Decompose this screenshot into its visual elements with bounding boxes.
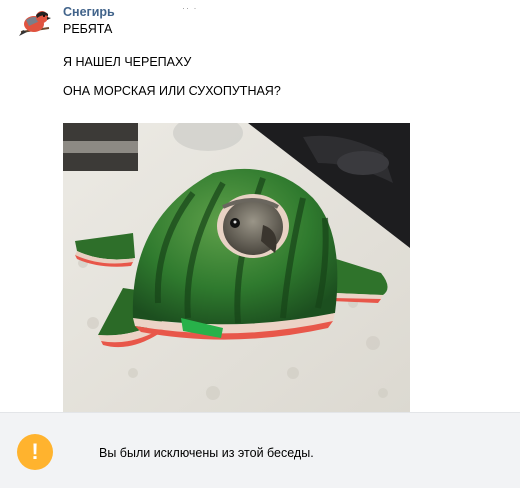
message-line: РЕБЯТА xyxy=(63,22,113,36)
message-line: Я НАШЕЛ ЧЕРЕПАХУ xyxy=(63,55,192,69)
chat-message: Снегирь ·· · РЕБЯТА Я НАШЕЛ ЧЕРЕПАХУ ОНА… xyxy=(0,0,520,412)
message-author[interactable]: Снегирь xyxy=(63,5,115,19)
notice-text: Вы были исключены из этой беседы. xyxy=(99,446,314,460)
exclamation-icon: ! xyxy=(17,434,53,470)
exclusion-notice: ! Вы были исключены из этой беседы. xyxy=(0,412,520,488)
message-line: ОНА МОРСКАЯ ИЛИ СУХОПУТНАЯ? xyxy=(63,84,281,98)
bullfinch-avatar-icon[interactable] xyxy=(19,6,51,38)
message-photo[interactable] xyxy=(63,123,410,412)
more-dots-icon: ·· · xyxy=(182,3,198,13)
